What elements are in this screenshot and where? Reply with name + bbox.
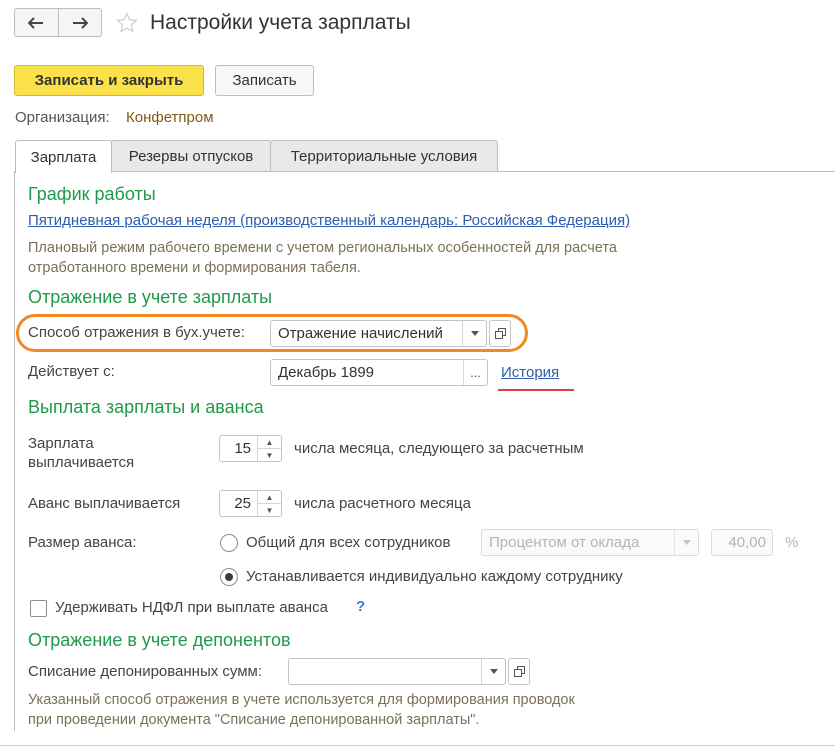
bottom-divider bbox=[0, 745, 835, 746]
decrement-button[interactable]: ▼ bbox=[258, 503, 281, 516]
radio-common-advance-label[interactable]: Общий для всех сотрудников bbox=[246, 534, 451, 551]
salary-paid-label: Зарплата выплачивается bbox=[28, 434, 134, 472]
percent-sign: % bbox=[785, 534, 799, 551]
deponents-note: Указанный способ отражения в учете испол… bbox=[28, 690, 728, 730]
save-button[interactable]: Записать bbox=[215, 65, 314, 96]
help-icon[interactable]: ? bbox=[356, 598, 365, 615]
chevron-down-icon bbox=[470, 331, 479, 336]
advance-percent-value: 40,00 bbox=[728, 534, 766, 551]
arrow-right-icon bbox=[72, 16, 88, 29]
schedule-note-line1: Плановый режим рабочего времени с учетом… bbox=[28, 240, 617, 256]
salary-paid-label-line1: Зарплата bbox=[28, 435, 94, 452]
deponents-note-line2: при проведении документа "Списание депон… bbox=[28, 712, 480, 728]
salary-paid-label-line2: выплачивается bbox=[28, 454, 135, 471]
method-label: Способ отражения в бух.учете: bbox=[28, 324, 245, 341]
method-value: Отражение начислений bbox=[278, 325, 443, 342]
tab-salary[interactable]: Зарплата bbox=[15, 140, 112, 173]
advance-mode-dropdown-button bbox=[674, 530, 698, 555]
payment-heading: Выплата зарплаты и аванса bbox=[28, 397, 264, 417]
organization-label: Организация: bbox=[15, 109, 110, 126]
increment-button[interactable]: ▲ bbox=[258, 436, 281, 448]
open-window-icon bbox=[494, 328, 506, 339]
star-icon[interactable] bbox=[116, 12, 138, 34]
history-underline-mark bbox=[498, 389, 574, 391]
radio-individual-advance[interactable] bbox=[220, 568, 238, 586]
tab-vacation-reserves[interactable]: Резервы отпусков bbox=[111, 140, 271, 172]
forward-button[interactable] bbox=[57, 9, 102, 36]
radio-common-advance[interactable] bbox=[220, 534, 238, 552]
effective-date-field[interactable]: Декабрь 1899 ... bbox=[270, 359, 488, 386]
advance-percent-field: 40,00 bbox=[711, 529, 773, 556]
advance-day-stepper[interactable]: 25 ▲ ▼ bbox=[219, 490, 282, 517]
method-open-button[interactable] bbox=[489, 320, 511, 347]
decrement-button[interactable]: ▼ bbox=[258, 448, 281, 461]
salary-day-value: 15 bbox=[234, 440, 251, 457]
deponents-heading: Отражение в учете депонентов bbox=[28, 630, 291, 650]
schedule-heading: График работы bbox=[28, 184, 156, 204]
method-dropdown-button[interactable] bbox=[462, 321, 486, 346]
navigation-buttons bbox=[14, 8, 102, 37]
back-button[interactable] bbox=[15, 9, 58, 36]
ndfl-checkbox-label[interactable]: Удерживать НДФЛ при выплате аванса bbox=[55, 599, 328, 616]
writeoff-open-button[interactable] bbox=[508, 658, 530, 685]
advance-paid-label: Аванс выплачивается bbox=[28, 495, 181, 512]
schedule-note: Плановый режим рабочего времени с учетом… bbox=[28, 238, 728, 278]
increment-button[interactable]: ▲ bbox=[258, 491, 281, 503]
tab-territorial-conditions[interactable]: Территориальные условия bbox=[270, 140, 498, 172]
save-and-close-button[interactable]: Записать и закрыть bbox=[14, 65, 204, 96]
work-schedule-link[interactable]: Пятидневная рабочая неделя (производстве… bbox=[28, 212, 630, 229]
ndfl-checkbox[interactable] bbox=[30, 600, 47, 617]
effective-date-label: Действует с: bbox=[28, 363, 115, 380]
organization-value[interactable]: Конфетпром bbox=[126, 109, 214, 126]
salary-day-stepper[interactable]: 15 ▲ ▼ bbox=[219, 435, 282, 462]
advance-day-suffix: числа расчетного месяца bbox=[294, 495, 471, 512]
advance-mode-value: Процентом от оклада bbox=[489, 534, 640, 551]
chevron-down-icon bbox=[489, 669, 498, 674]
chevron-down-icon bbox=[682, 540, 691, 545]
writeoff-label: Списание депонированных сумм: bbox=[28, 663, 263, 680]
open-window-icon bbox=[513, 666, 525, 677]
writeoff-value bbox=[289, 659, 481, 684]
schedule-note-line2: отработанного времени и формирования таб… bbox=[28, 260, 361, 276]
deponents-note-line1: Указанный способ отражения в учете испол… bbox=[28, 692, 575, 708]
method-select[interactable]: Отражение начислений bbox=[270, 320, 487, 347]
writeoff-select[interactable] bbox=[288, 658, 506, 685]
advance-size-label: Размер аванса: bbox=[28, 534, 137, 551]
radio-selected-dot bbox=[225, 573, 233, 581]
accounting-heading: Отражение в учете зарплаты bbox=[28, 287, 273, 307]
salary-day-suffix: числа месяца, следующего за расчетным bbox=[294, 440, 584, 457]
advance-day-value: 25 bbox=[234, 495, 251, 512]
radio-individual-advance-label[interactable]: Устанавливается индивидуально каждому со… bbox=[246, 568, 623, 585]
writeoff-dropdown-button[interactable] bbox=[481, 659, 505, 684]
choose-date-button[interactable]: ... bbox=[463, 360, 487, 385]
advance-mode-select: Процентом от оклада bbox=[481, 529, 699, 556]
history-link[interactable]: История bbox=[501, 364, 559, 381]
arrow-left-icon bbox=[28, 16, 44, 29]
effective-date-value: Декабрь 1899 bbox=[278, 364, 375, 381]
page-title: Настройки учета зарплаты bbox=[150, 11, 411, 34]
